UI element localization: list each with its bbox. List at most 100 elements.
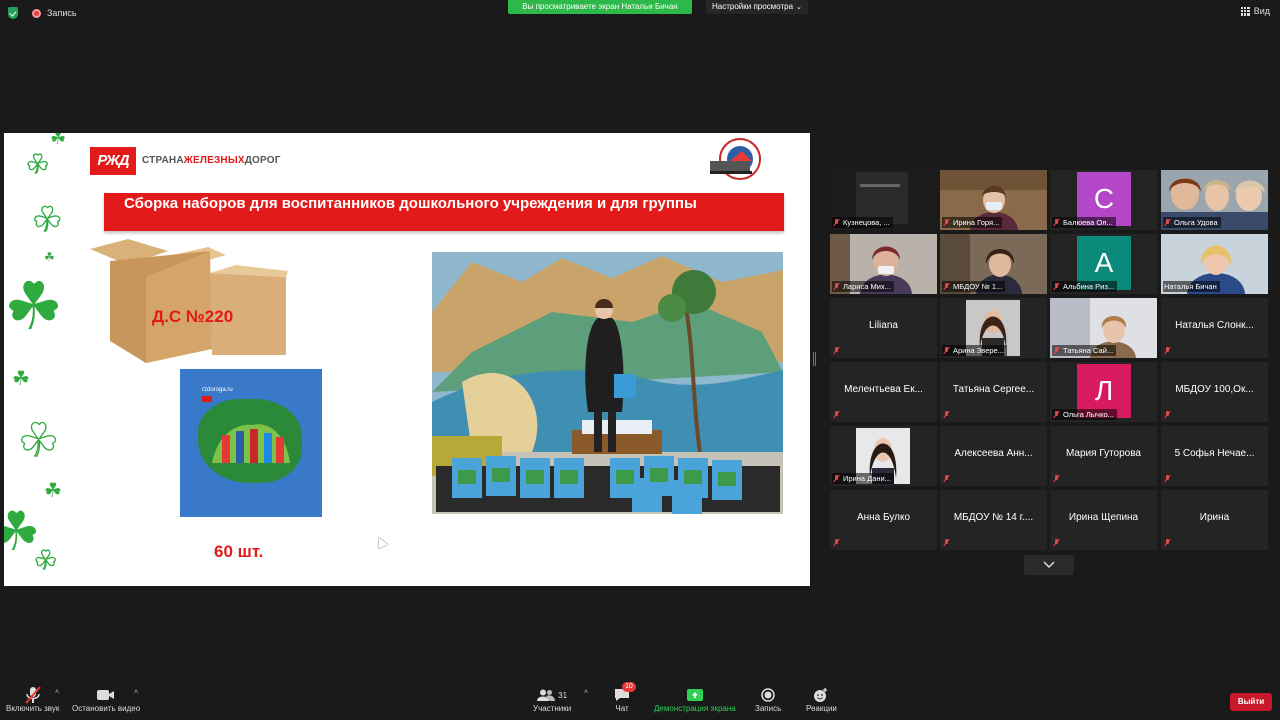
- participant-tile[interactable]: МБДОУ 100,Ок...: [1161, 362, 1268, 422]
- participant-tile[interactable]: Алексеева Анн...: [940, 426, 1047, 486]
- participant-status: [1163, 346, 1174, 356]
- participant-name: МБДОУ № 14 г....: [953, 512, 1034, 523]
- participant-tile[interactable]: МБДОУ № 14 г....: [940, 490, 1047, 550]
- participant-name-label: Ирина Дани...: [832, 473, 894, 484]
- clover-icon: ☘: [25, 149, 50, 179]
- participant-name: Алексеева Анн...: [954, 448, 1033, 459]
- participant-status: [1163, 474, 1174, 484]
- participant-status: [1052, 538, 1063, 548]
- encryption-shield-icon[interactable]: [8, 7, 18, 19]
- clover-icon: ☘: [4, 269, 64, 343]
- muted-mic-icon: [943, 218, 950, 227]
- participants-options-caret-icon[interactable]: ˄: [584, 689, 588, 696]
- participant-tile[interactable]: Ольга Удова: [1161, 170, 1268, 230]
- stop-video-button[interactable]: Остановить видео: [72, 686, 140, 713]
- participant-tile[interactable]: Ирина Дани...: [830, 426, 937, 486]
- participant-tile[interactable]: Ирина Щепина: [1050, 490, 1157, 550]
- recording-dot-icon: [32, 8, 41, 18]
- reactions-button[interactable]: Реакции: [806, 686, 837, 713]
- participant-tile[interactable]: Liliana: [830, 298, 937, 358]
- muted-mic-icon: [1164, 475, 1171, 483]
- muted-mic-icon: [833, 474, 840, 483]
- participant-tile[interactable]: МБДОУ № 1...: [940, 234, 1047, 294]
- muted-mic-icon: [833, 539, 840, 547]
- top-bar: Запись Вы просматриваете экран Натальи Б…: [0, 0, 1280, 26]
- video-options-caret-icon[interactable]: ˄: [134, 689, 138, 696]
- participant-tile[interactable]: Татьяна Сергее...: [940, 362, 1047, 422]
- unmute-button[interactable]: Включить звук: [6, 686, 59, 713]
- participant-name-label: Ольга Лычко...: [1052, 409, 1117, 420]
- participant-tile[interactable]: Лариса Мих...: [830, 234, 937, 294]
- grid-view-icon: [1240, 6, 1250, 16]
- muted-mic-icon: [1053, 346, 1060, 355]
- muted-mic-icon: [1053, 282, 1060, 291]
- rosprofzhel-emblem-icon: [710, 138, 761, 180]
- clover-icon: ☘: [44, 250, 55, 264]
- participant-tile-active-speaker[interactable]: Наталья Бичан: [1161, 234, 1268, 294]
- chat-button[interactable]: 10 Чат: [614, 682, 636, 713]
- participant-name-label: Кузнецова, ...: [832, 217, 893, 228]
- muted-mic-icon: [943, 282, 950, 291]
- participant-tile[interactable]: Наталья Слонк...: [1161, 298, 1268, 358]
- participant-status: [1052, 474, 1063, 484]
- participant-name: Татьяна Сергее...: [952, 384, 1035, 395]
- share-screen-icon: [686, 686, 703, 704]
- clover-icon: ☘: [44, 480, 62, 502]
- participant-tile[interactable]: A Альбина Риз...: [1050, 234, 1157, 294]
- participant-name-label: Наталья Бичан: [1163, 281, 1220, 292]
- smiley-plus-icon: [813, 686, 829, 704]
- clover-icon: ☘: [33, 545, 58, 575]
- participants-icon: 31: [537, 686, 567, 704]
- participant-status: [832, 346, 843, 356]
- muted-mic-icon: [943, 539, 950, 547]
- view-button[interactable]: Вид: [1240, 6, 1270, 16]
- participant-tile[interactable]: Кузнецова, ...: [830, 170, 937, 230]
- clover-icon: ☘: [17, 414, 60, 466]
- leave-meeting-button[interactable]: Выйти: [1230, 693, 1272, 711]
- muted-mic-icon: [1164, 218, 1171, 227]
- preschool-photo: [432, 252, 783, 514]
- shared-screen-slide: ☘ ☘ ☘ ☘ ☘ ☘ ☘ ☘ ☘ ☘ РЖД СТРАНАЖЕЛЕЗНЫХДО…: [4, 133, 810, 586]
- participant-tile[interactable]: Ирина Горя...: [940, 170, 1047, 230]
- screen-share-banner: Вы просматриваете экран Натальи Бичан: [508, 0, 692, 14]
- participant-name: Liliana: [869, 320, 898, 331]
- record-icon: [761, 686, 775, 704]
- participant-tile[interactable]: Арина Звере...: [940, 298, 1047, 358]
- participant-tile[interactable]: Мелентьева Ек...: [830, 362, 937, 422]
- participant-tile[interactable]: Мария Гуторова: [1050, 426, 1157, 486]
- audio-options-caret-icon[interactable]: ˄: [55, 689, 59, 696]
- view-options-label: Настройки просмотра: [712, 2, 794, 11]
- participant-tile[interactable]: Л Ольга Лычко...: [1050, 362, 1157, 422]
- clover-icon: ☘: [50, 133, 67, 148]
- participant-name-label: Ирина Горя...: [942, 217, 1003, 228]
- participants-button[interactable]: 31 Участники: [533, 686, 571, 713]
- muted-mic-icon: [833, 282, 840, 291]
- participants-label: Участники: [533, 704, 572, 713]
- record-button[interactable]: Запись: [755, 686, 781, 713]
- muted-mic-icon: [943, 475, 950, 483]
- participant-status: [1163, 410, 1174, 420]
- view-options-button[interactable]: Настройки просмотра ⌄: [706, 0, 808, 14]
- participant-gallery: Кузнецова, ... Ирина Горя... C Балюева О…: [830, 170, 1272, 552]
- participant-tile[interactable]: Ирина: [1161, 490, 1268, 550]
- quantity-label: 60 шт.: [214, 542, 264, 561]
- gallery-next-page-button[interactable]: [1024, 555, 1074, 575]
- chat-label: Чат: [615, 704, 629, 713]
- participant-tile[interactable]: Татьяна Сай...: [1050, 298, 1157, 358]
- gift-bag-image: rzdoroga.ru: [180, 369, 322, 517]
- slide-title: Сборка наборов для воспитанников дошколь…: [104, 193, 784, 231]
- participant-status: [1163, 538, 1174, 548]
- view-button-label: Вид: [1253, 6, 1270, 16]
- unmute-label: Включить звук: [6, 704, 60, 713]
- cardboard-boxes-image: [90, 239, 288, 363]
- chevron-down-icon: [1043, 561, 1055, 569]
- panel-splitter-handle[interactable]: [813, 352, 816, 366]
- muted-mic-icon: [1164, 347, 1171, 355]
- participant-tile[interactable]: 5 Софья Нечае...: [1161, 426, 1268, 486]
- muted-mic-icon: [1164, 539, 1171, 547]
- recording-indicator[interactable]: Запись: [8, 7, 77, 19]
- participant-tile[interactable]: C Балюева Ол...: [1050, 170, 1157, 230]
- participant-tile[interactable]: Анна Булко: [830, 490, 937, 550]
- participant-name: Мария Гуторова: [1065, 448, 1141, 459]
- share-screen-button[interactable]: Демонстрация экрана: [654, 686, 736, 713]
